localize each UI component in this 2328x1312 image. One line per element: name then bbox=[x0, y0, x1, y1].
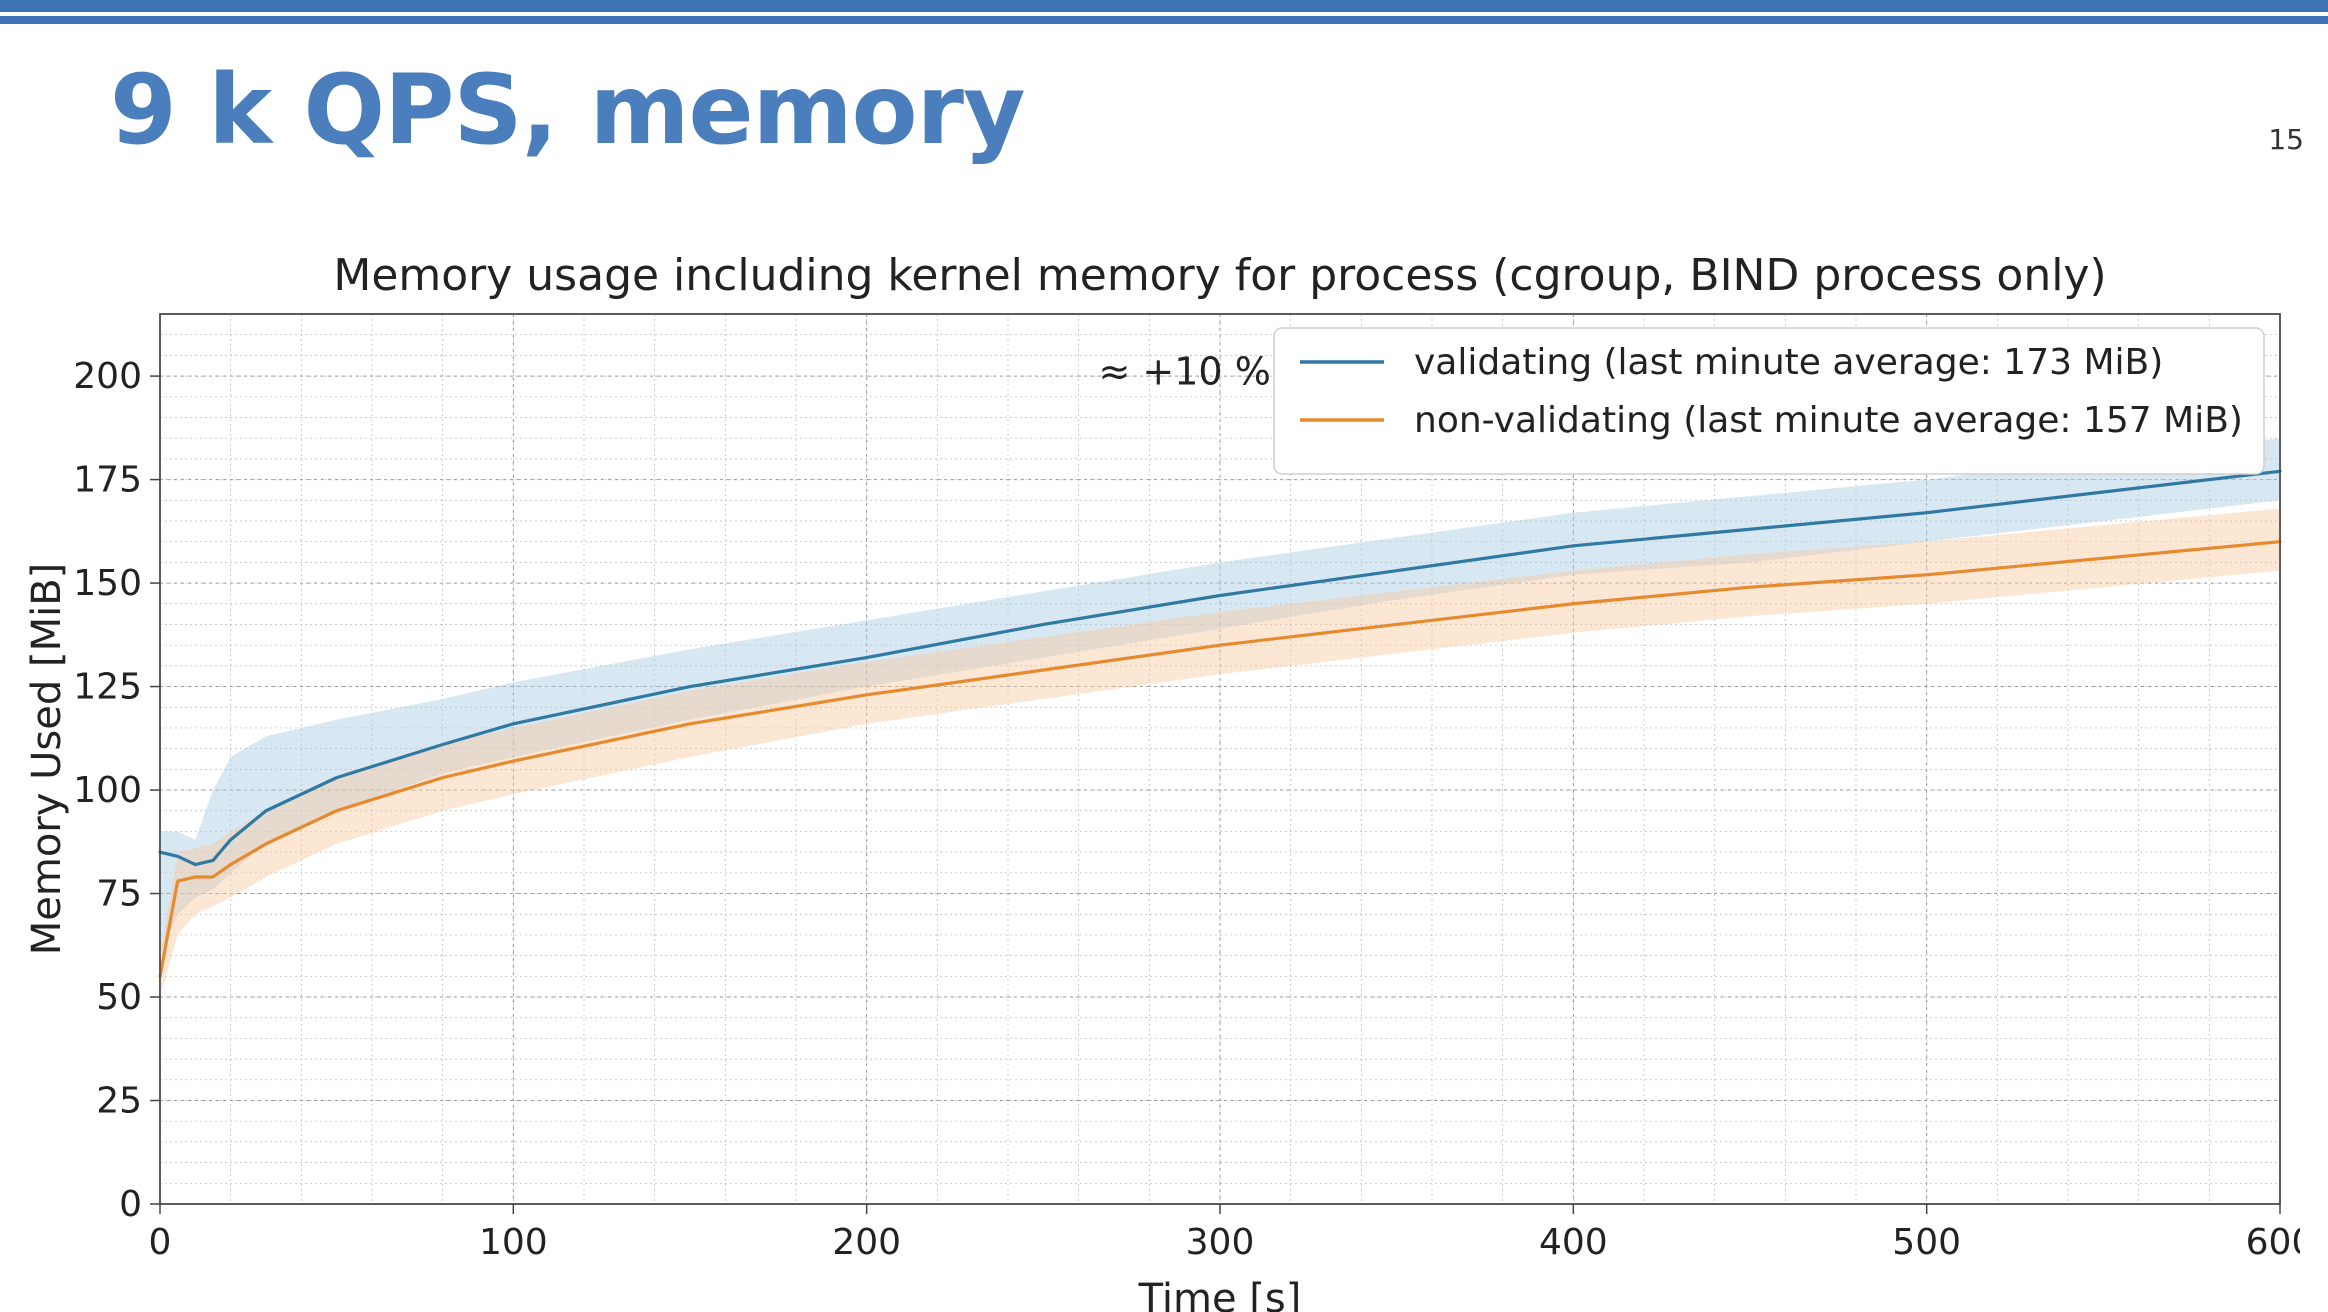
chart-container: 0 100 200 300 400 500 600 0 25 50 75 100 125 150 175 20… bbox=[20, 254, 2300, 1312]
svg-text:500: 500 bbox=[1892, 1222, 1961, 1263]
svg-text:400: 400 bbox=[1539, 1222, 1608, 1263]
svg-text:125: 125 bbox=[73, 667, 142, 708]
svg-text:100: 100 bbox=[479, 1222, 548, 1263]
svg-text:300: 300 bbox=[1186, 1222, 1255, 1263]
svg-text:≈ +10 %: ≈ +10 % bbox=[1099, 349, 1271, 393]
slide-accent-bar-2 bbox=[0, 16, 2328, 24]
slide-body: 9 k QPS, memory 010020030040050060002550… bbox=[0, 54, 2328, 166]
svg-text:150: 150 bbox=[73, 563, 142, 604]
svg-text:0: 0 bbox=[149, 1222, 172, 1263]
svg-text:100: 100 bbox=[73, 770, 142, 811]
svg-text:50: 50 bbox=[96, 977, 142, 1018]
svg-text:0: 0 bbox=[119, 1184, 142, 1225]
slide-accent-bar-1 bbox=[0, 0, 2328, 16]
svg-text:25: 25 bbox=[96, 1081, 142, 1122]
memory-chart: 0 100 200 300 400 500 600 0 25 50 75 100 125 150 175 20… bbox=[20, 254, 2300, 1312]
svg-text:Time [s]: Time [s] bbox=[1138, 1276, 1302, 1312]
svg-text:600: 600 bbox=[2246, 1222, 2300, 1263]
slide-title: 9 k QPS, memory bbox=[110, 54, 2328, 166]
svg-text:non-validating (last minute av: non-validating (last minute average: 157… bbox=[1414, 400, 2243, 441]
svg-text:Memory usage including kernel: Memory usage including kernel memory for… bbox=[333, 254, 2106, 301]
svg-text:200: 200 bbox=[832, 1222, 901, 1263]
svg-text:75: 75 bbox=[96, 874, 142, 915]
svg-text:200: 200 bbox=[73, 356, 142, 397]
svg-text:validating (last minute averag: validating (last minute average: 173 MiB… bbox=[1414, 342, 2163, 383]
svg-text:175: 175 bbox=[73, 460, 142, 501]
page-number: 15 bbox=[2268, 123, 2304, 156]
svg-text:Memory Used [MiB]: Memory Used [MiB] bbox=[24, 563, 70, 956]
